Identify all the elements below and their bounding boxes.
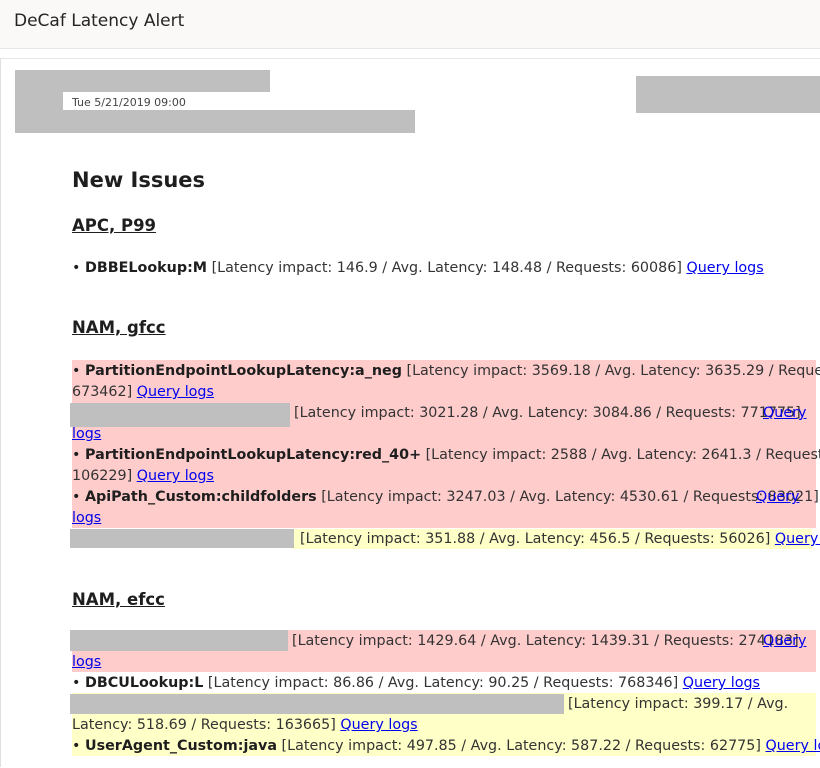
query-logs-link-wrap: Query xyxy=(763,631,806,652)
query-logs-link[interactable]: Query logs xyxy=(765,738,820,754)
bullet: • xyxy=(72,489,80,505)
section-title: APC, P99 xyxy=(72,216,156,235)
issue-row: • UserAgent_Custom:java [Latency impact:… xyxy=(72,736,820,757)
redacted-avatar xyxy=(15,92,63,112)
query-logs-link-wrap: logs xyxy=(72,424,101,445)
query-logs-link-wrap: logs xyxy=(72,652,101,673)
query-logs-link[interactable]: Query logs xyxy=(683,675,760,691)
redacted-actions xyxy=(636,76,820,113)
issue-row-cont: 106229] Query logs xyxy=(72,466,214,487)
redacted-sender xyxy=(15,70,270,92)
issue-name: DBCULookup:L xyxy=(85,675,203,691)
issue-stats: [Latency impact: 146.9 / Avg. Latency: 1… xyxy=(212,260,682,276)
query-logs-link-part2[interactable]: logs xyxy=(72,510,101,526)
redacted-recipients xyxy=(15,110,415,133)
redacted-issue-name xyxy=(70,630,288,651)
bullet: • xyxy=(72,675,80,691)
query-logs-link[interactable]: Query logs xyxy=(775,531,820,547)
redacted-issue-name xyxy=(70,403,290,427)
issue-row: [Latency impact: 399.17 / Avg. xyxy=(568,694,788,715)
issue-stats: 106229] xyxy=(72,468,132,484)
issue-row: • DBBELookup:M [Latency impact: 146.9 / … xyxy=(72,258,764,279)
query-logs-link[interactable]: Query logs xyxy=(137,468,214,484)
bullet: • xyxy=(72,260,80,276)
issue-stats: [Latency impact: 3569.18 / Avg. Latency:… xyxy=(407,363,820,379)
bullet: • xyxy=(72,363,80,379)
issue-stats: [Latency impact: 2588 / Avg. Latency: 26… xyxy=(426,447,820,463)
query-logs-link[interactable]: Query logs xyxy=(340,717,417,733)
issue-stats: [Latency impact: 86.86 / Avg. Latency: 9… xyxy=(208,675,678,691)
query-logs-link-part1[interactable]: Query xyxy=(756,489,799,505)
issue-name: PartitionEndpointLookupLatency:a_neg xyxy=(85,363,402,379)
section-title: NAM, efcc xyxy=(72,590,165,609)
query-logs-link-part2[interactable]: logs xyxy=(72,426,101,442)
issue-name: PartitionEndpointLookupLatency:red_40+ xyxy=(85,447,421,463)
query-logs-link-part1[interactable]: Query xyxy=(763,633,806,649)
issue-stats: [Latency impact: 399.17 / Avg. xyxy=(568,696,788,712)
issue-row: • ApiPath_Custom:childfolders [Latency i… xyxy=(72,487,819,508)
issue-stats: [Latency impact: 497.85 / Avg. Latency: … xyxy=(282,738,761,754)
query-logs-link-wrap: logs xyxy=(72,508,101,529)
issue-row-cont: Latency: 518.69 / Requests: 163665] Quer… xyxy=(72,715,418,736)
query-logs-link-wrap: Query xyxy=(756,487,799,508)
issue-stats: 673462] xyxy=(72,384,132,400)
window-header: DeCaf Latency Alert xyxy=(0,0,820,49)
report-heading: New Issues xyxy=(72,168,205,192)
window-title: DeCaf Latency Alert xyxy=(14,11,184,31)
redacted-issue-name xyxy=(70,529,294,548)
issue-stats: [Latency impact: 3021.28 / Avg. Latency:… xyxy=(294,405,801,421)
query-logs-link-wrap: Query xyxy=(763,403,806,424)
issue-stats: [Latency impact: 3247.03 / Avg. Latency:… xyxy=(321,489,819,505)
issue-stats: [Latency impact: 1429.64 / Avg. Latency:… xyxy=(292,633,799,649)
issue-name: ApiPath_Custom:childfolders xyxy=(85,489,317,505)
section-title: NAM, gfcc xyxy=(72,318,166,337)
bullet: • xyxy=(72,738,80,754)
issue-row: • PartitionEndpointLookupLatency:a_neg [… xyxy=(72,361,820,382)
message-date: Tue 5/21/2019 09:00 xyxy=(72,96,186,109)
frame-border xyxy=(0,58,1,767)
issue-row: • DBCULookup:L [Latency impact: 86.86 / … xyxy=(72,673,760,694)
query-logs-link[interactable]: Query logs xyxy=(686,260,763,276)
redacted-issue-name xyxy=(70,694,564,714)
query-logs-link[interactable]: Query logs xyxy=(137,384,214,400)
bullet: • xyxy=(72,447,80,463)
issue-stats: Latency: 518.69 / Requests: 163665] xyxy=(72,717,336,733)
issue-name: UserAgent_Custom:java xyxy=(85,738,277,754)
issue-name: DBBELookup:M xyxy=(85,260,207,276)
issue-row: [Latency impact: 3021.28 / Avg. Latency:… xyxy=(294,403,801,424)
issue-stats: [Latency impact: 351.88 / Avg. Latency: … xyxy=(300,531,770,547)
issue-row-cont: 673462] Query logs xyxy=(72,382,214,403)
query-logs-link-part1[interactable]: Query xyxy=(763,405,806,421)
issue-row: • PartitionEndpointLookupLatency:red_40+… xyxy=(72,445,820,466)
query-logs-link-part2[interactable]: logs xyxy=(72,654,101,670)
issue-row: [Latency impact: 351.88 / Avg. Latency: … xyxy=(300,529,820,550)
issue-row: [Latency impact: 1429.64 / Avg. Latency:… xyxy=(292,631,799,652)
